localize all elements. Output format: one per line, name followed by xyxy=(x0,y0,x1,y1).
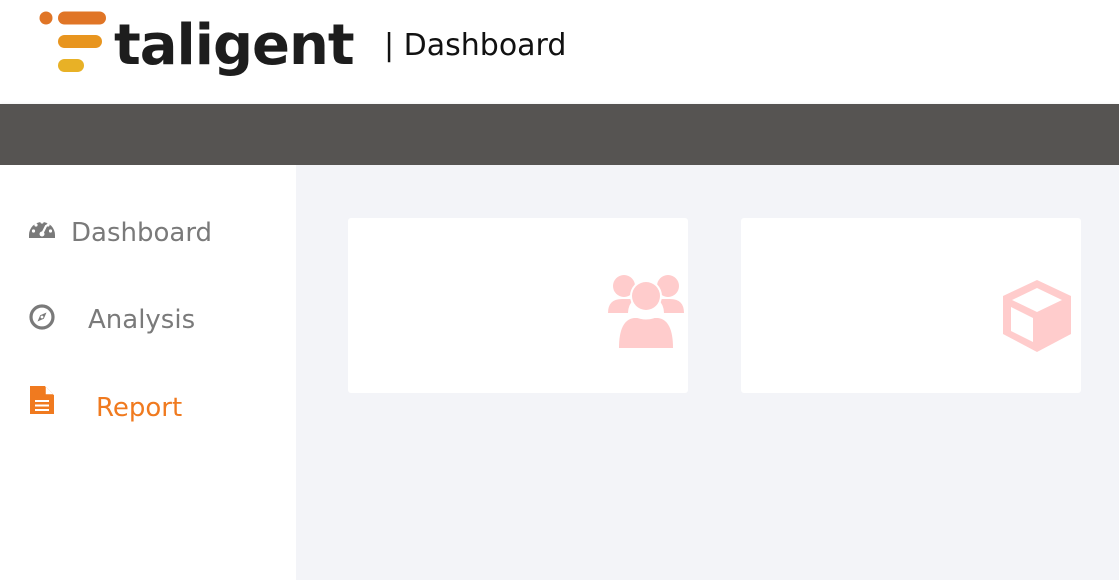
users-group-icon xyxy=(608,275,684,348)
document-icon xyxy=(30,386,54,414)
sidebar-item-report[interactable]: Report xyxy=(0,377,296,437)
sidebar-item-label: Dashboard xyxy=(71,218,213,248)
sidebar-item-label: Report xyxy=(96,393,183,423)
page-title: | Dashboard xyxy=(384,28,567,63)
sidebar: Dashboard Analysis Report xyxy=(0,165,296,580)
sidebar-item-analysis[interactable]: Analysis xyxy=(0,290,296,350)
stat-card-users[interactable] xyxy=(348,218,688,393)
header: taligent | Dashboard xyxy=(0,0,1119,104)
sidebar-item-label: Analysis xyxy=(88,305,196,335)
cube-icon xyxy=(1003,280,1071,352)
speedometer-icon xyxy=(29,220,55,238)
compass-icon xyxy=(29,304,55,330)
top-toolbar xyxy=(0,104,1119,165)
brand-logo[interactable]: taligent xyxy=(38,10,368,82)
stat-card-products[interactable] xyxy=(741,218,1081,393)
taligent-logo-mark-icon xyxy=(39,11,106,72)
main-content xyxy=(296,165,1119,580)
brand-name: taligent xyxy=(114,13,355,78)
sidebar-item-dashboard[interactable]: Dashboard xyxy=(0,203,296,263)
